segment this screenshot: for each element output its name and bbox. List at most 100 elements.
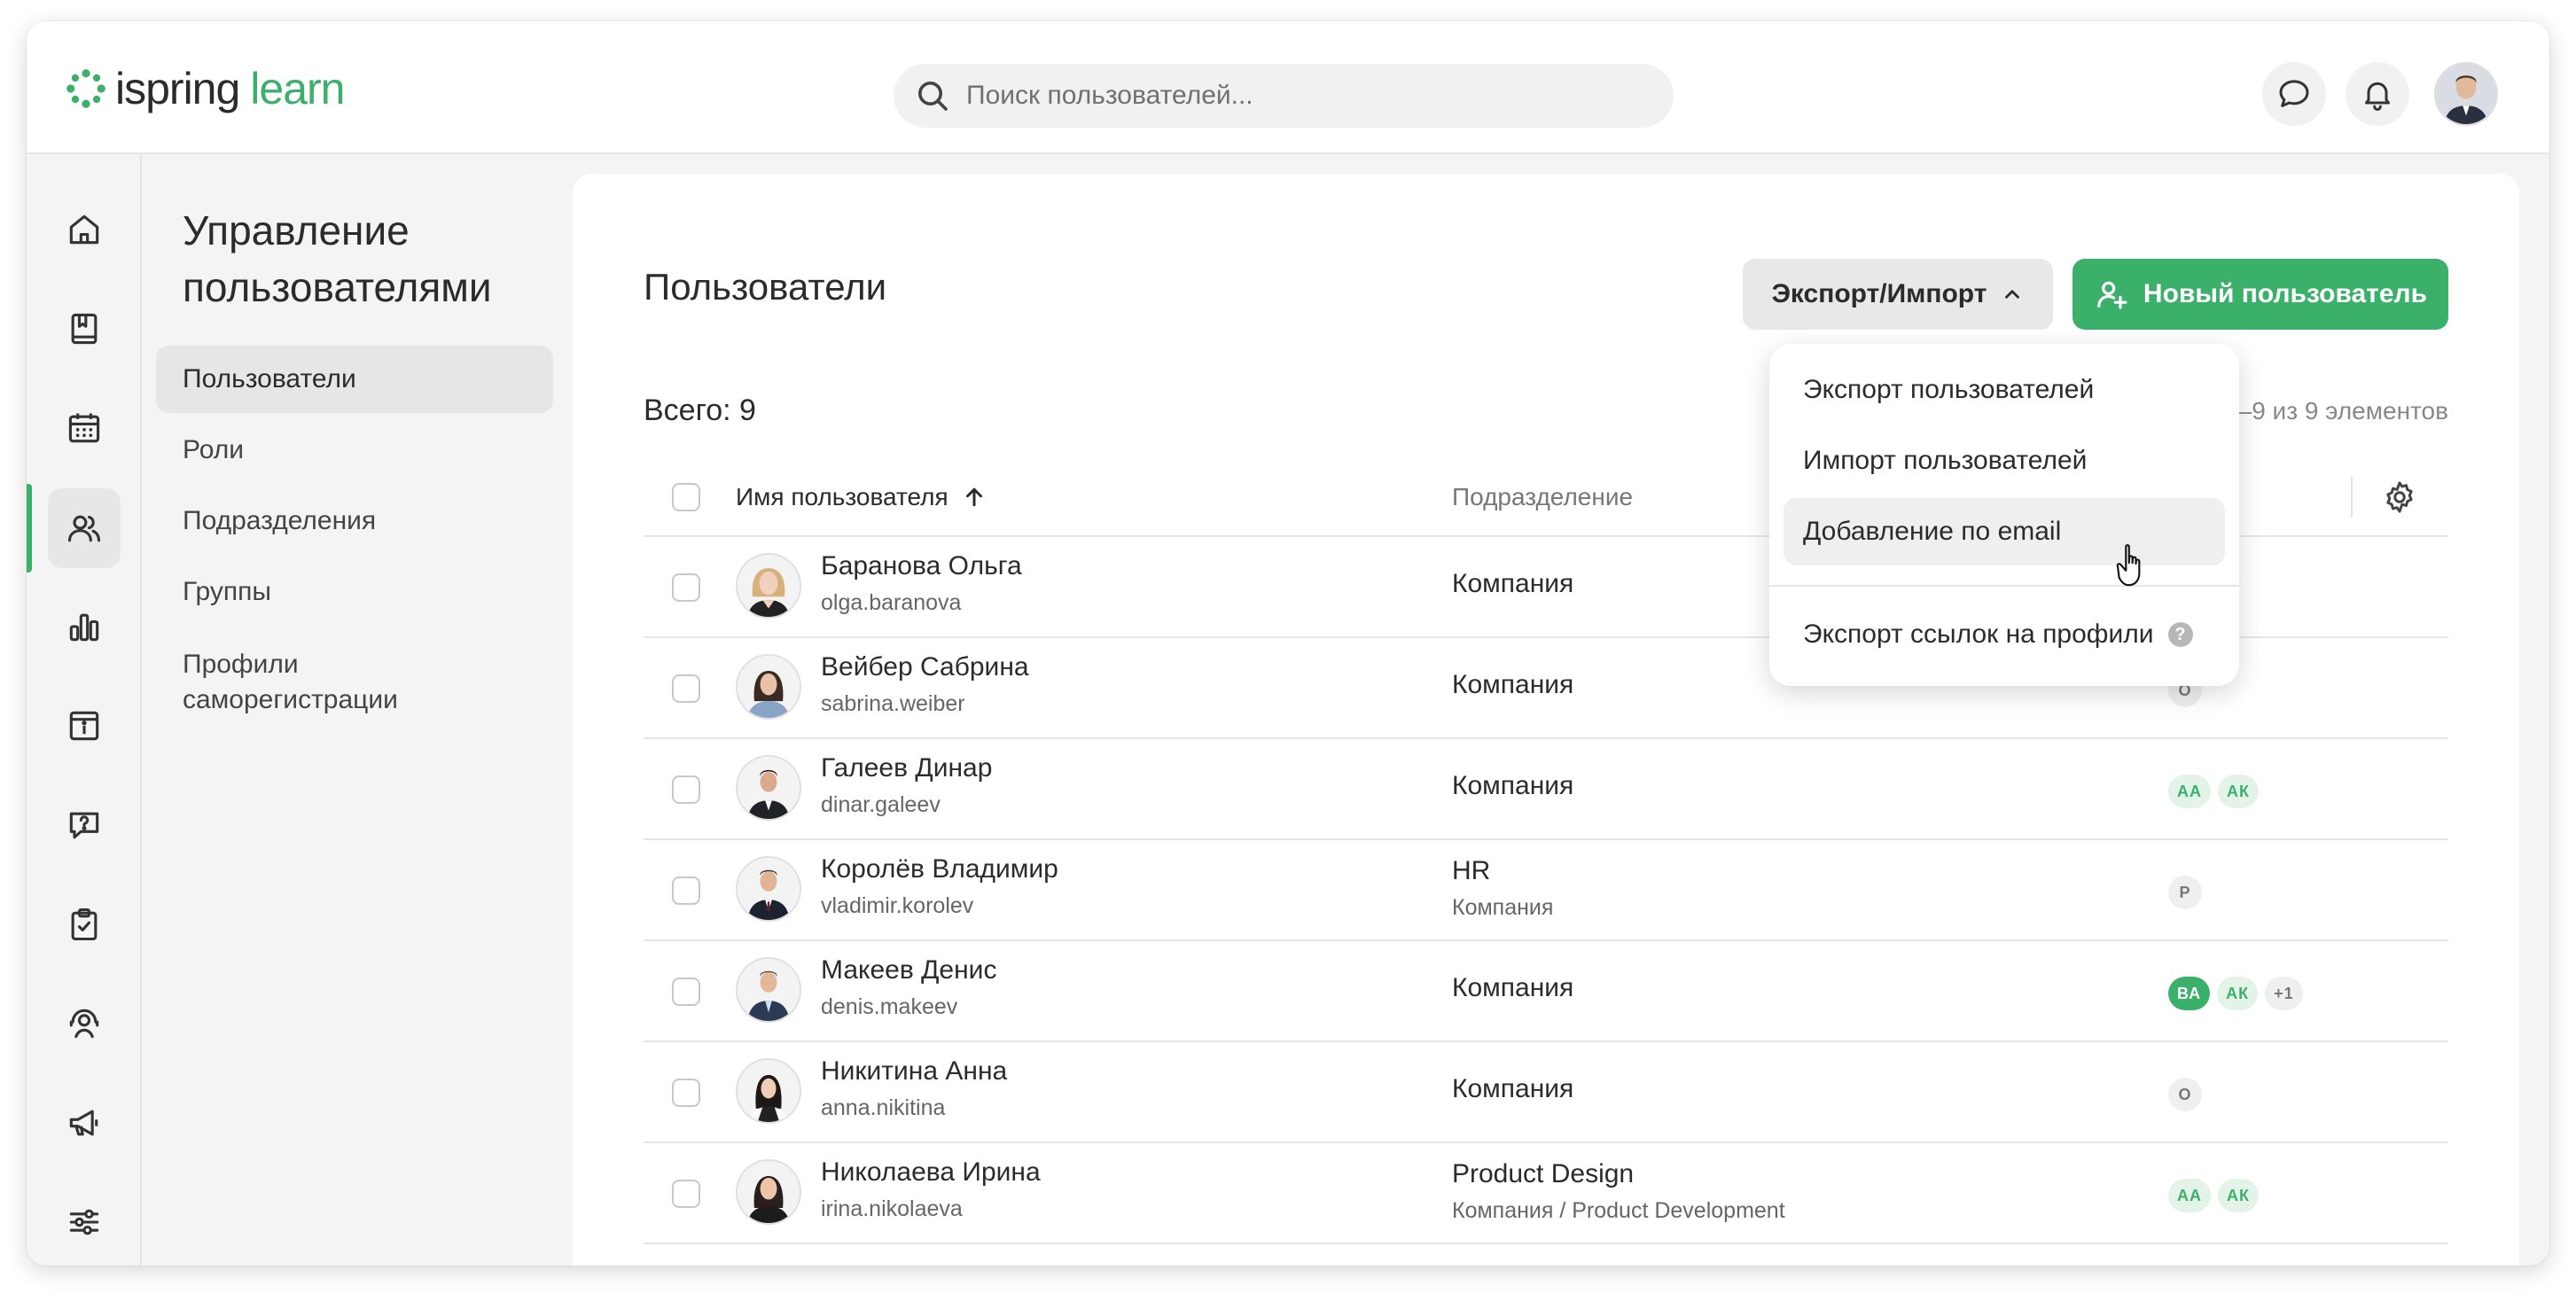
column-name-header[interactable]: Имя пользователя [736, 457, 987, 537]
calendar-icon [68, 413, 100, 443]
export-import-label: Экспорт/Импорт [1771, 279, 1987, 308]
role-badge: АК [2218, 775, 2259, 808]
user-avatar [736, 654, 801, 720]
table-row[interactable]: Макеев Денис denis.makeev Компания ВА АК… [644, 941, 2448, 1042]
user-department-path: Компания / Product Development [1452, 1198, 1785, 1223]
user-name[interactable]: Баранова Ольга [821, 551, 1022, 581]
notifications-button[interactable] [2346, 62, 2409, 126]
row-checkbox[interactable] [672, 978, 700, 1006]
export-profile-links-item[interactable]: Экспорт ссылок на профили ? [1784, 601, 2225, 668]
row-checkbox[interactable] [672, 674, 700, 703]
search-input[interactable] [966, 81, 1640, 111]
avatar-image [738, 656, 800, 718]
column-department-label: Подразделение [1452, 483, 1634, 510]
total-count: Всего: 9 [644, 393, 756, 427]
rail-settings[interactable] [48, 1182, 121, 1262]
row-checkbox[interactable] [672, 573, 700, 602]
role-badge: Р [2168, 876, 2202, 909]
select-all-checkbox[interactable] [672, 483, 700, 511]
more-roles-badge[interactable]: +1 [2265, 977, 2303, 1010]
brand-product: learn [250, 64, 345, 113]
rail-courses[interactable] [48, 289, 121, 369]
role-badge: АА [2168, 1179, 2211, 1212]
gear-icon [2386, 481, 2413, 513]
user-name[interactable]: Королёв Владимир [821, 854, 1058, 884]
user-login: denis.makeev [821, 994, 958, 1019]
row-checkbox[interactable] [672, 1180, 700, 1208]
rail-tasks[interactable] [48, 884, 121, 964]
book-icon [71, 313, 98, 345]
user-avatar [736, 1159, 801, 1225]
chevron-up-icon [2005, 290, 2020, 299]
chat-button[interactable] [2262, 62, 2326, 126]
row-checkbox[interactable] [672, 1079, 700, 1107]
rail-announcements[interactable] [48, 1083, 121, 1163]
table-row[interactable]: Королёв Владимир vladimir.korolev HR Ком… [644, 840, 2448, 941]
logo[interactable]: ispring learn [66, 62, 345, 115]
role-badges: АА АК [2168, 775, 2259, 808]
chat-icon [2279, 80, 2309, 107]
export-users-label: Экспорт пользователей [1803, 375, 2095, 404]
rail-questions[interactable] [48, 785, 121, 865]
rail-calendar[interactable] [48, 388, 121, 468]
menu-item-roles[interactable]: Роли [156, 417, 553, 484]
row-checkbox[interactable] [672, 775, 700, 804]
users-card: Пользователи Экспорт/Импорт Новый пользо… [573, 174, 2519, 1266]
clipboard-check-icon [71, 908, 98, 941]
avatar-image [738, 757, 800, 819]
role-badge: АК [2218, 1179, 2259, 1212]
user-avatar [736, 957, 801, 1023]
table-row[interactable]: Никитина Анна anna.nikitina Компания О [644, 1042, 2448, 1143]
import-users-item[interactable]: Импорт пользователей [1784, 427, 2225, 495]
row-checkbox[interactable] [672, 876, 700, 905]
user-avatar[interactable] [2434, 62, 2498, 126]
section-title: Управление пользователями [183, 202, 573, 316]
columns-settings-button[interactable] [2351, 457, 2448, 537]
user-avatar [736, 1058, 801, 1124]
rail-support[interactable] [48, 984, 121, 1063]
rail-reports[interactable] [48, 587, 121, 666]
rail-info[interactable] [48, 686, 121, 766]
user-department: Компания [1452, 569, 1574, 598]
rail-users[interactable] [48, 488, 121, 568]
user-name[interactable]: Никитина Анна [821, 1056, 1007, 1087]
new-user-button[interactable]: Новый пользователь [2073, 259, 2448, 330]
role-badge: ВА [2168, 977, 2211, 1010]
user-name[interactable]: Николаева Ирина [821, 1157, 1041, 1188]
help-icon[interactable]: ? [2167, 622, 2193, 647]
search-box[interactable] [894, 64, 1674, 128]
headset-icon [69, 1009, 99, 1039]
bell-icon [2365, 82, 2390, 111]
add-user-icon [2097, 281, 2127, 309]
menu-item-users[interactable]: Пользователи [156, 346, 553, 413]
bar-chart-icon [69, 613, 99, 642]
role-badges: О [2168, 1078, 2202, 1111]
role-badges: АА АК [2168, 1179, 2259, 1212]
column-department-header[interactable]: Подразделение [1452, 457, 1633, 537]
menu-item-groups[interactable]: Группы [156, 558, 553, 626]
menu-item-label: Подразделения [183, 506, 377, 535]
top-bar: ispring learn [27, 21, 2549, 154]
column-name-label: Имя пользователя [736, 483, 948, 510]
menu-item-self-registration[interactable]: Профили саморегистрации [156, 638, 553, 723]
user-avatar [736, 755, 801, 821]
role-badges: ВА АК +1 [2168, 977, 2303, 1010]
user-department: Product Design [1452, 1159, 1635, 1188]
menu-item-label: Пользователи [183, 364, 356, 393]
menu-item-departments[interactable]: Подразделения [156, 487, 553, 555]
rail-home[interactable] [48, 190, 121, 269]
table-row[interactable]: Николаева Ирина irina.nikolaeva Product … [644, 1143, 2448, 1244]
export-import-button[interactable]: Экспорт/Импорт [1743, 259, 2053, 330]
add-by-email-item[interactable]: Добавление по email [1784, 498, 2225, 565]
menu-item-label-line1: Профили [183, 650, 299, 679]
avatar-image [738, 959, 800, 1021]
role-badge: АА [2168, 775, 2211, 808]
home-icon [69, 214, 99, 245]
export-users-item[interactable]: Экспорт пользователей [1784, 356, 2225, 424]
logo-icon [66, 69, 105, 108]
user-name[interactable]: Макеев Денис [821, 955, 996, 985]
table-row[interactable]: Галеев Динар dinar.galeev Компания АА АК [644, 739, 2448, 840]
menu-item-label: Профили саморегистрации [183, 647, 398, 718]
user-name[interactable]: Вейбер Сабрина [821, 652, 1029, 682]
user-name[interactable]: Галеев Динар [821, 753, 992, 783]
